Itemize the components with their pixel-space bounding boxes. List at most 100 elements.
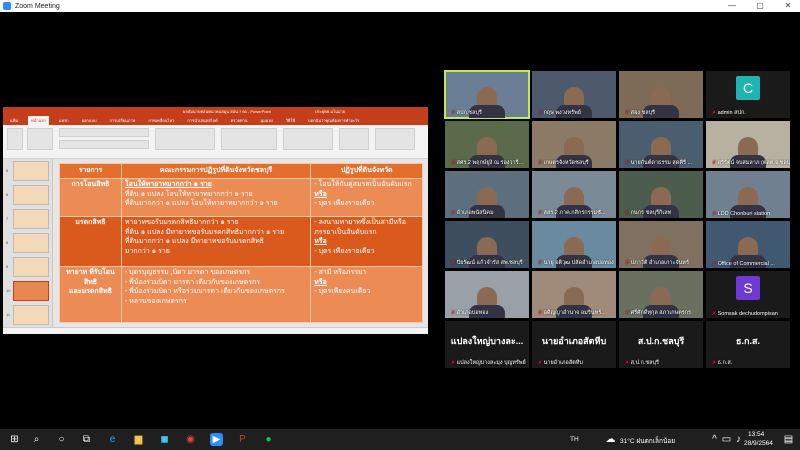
participant-name: นายกันต์ดาธรรม สุดคีรี ... xyxy=(625,159,693,167)
participant-tile[interactable]: สอง ชลบุรี xyxy=(619,71,703,118)
chrome-icon[interactable]: ◉ xyxy=(184,433,197,446)
participant-tile[interactable]: กนกร ชลบุรีกิเลท xyxy=(619,171,703,218)
task-view-icon[interactable]: ⧉ xyxy=(80,433,93,446)
participant-tile[interactable]: สสร.2 ภาค.กสิกรกรรมชั... xyxy=(532,171,616,218)
participant-tile[interactable]: Cadmin สปก. xyxy=(706,71,790,118)
participant-avatar: C xyxy=(736,76,760,100)
clock-time[interactable]: 13:54 xyxy=(748,431,764,438)
minimize-button[interactable]: — xyxy=(722,0,742,12)
participant-tile[interactable]: นวยู อติวุฒ ปลัดอำเภอบ่อทอง xyxy=(532,221,616,268)
tab-view[interactable]: มุมมอง xyxy=(258,116,276,125)
cell-line: มากกว่า ๑ ราย xyxy=(124,247,170,255)
cell-line: ภรรยาเป็นอันดับแรก xyxy=(314,228,377,236)
participant-name: อดิญญาอำนาจ อมรินทร์... xyxy=(538,309,606,317)
tab-transitions[interactable]: การเปลี่ยนภาพ xyxy=(107,116,139,125)
notifications-icon[interactable]: ▤ xyxy=(782,433,795,446)
line-app-icon[interactable]: ● xyxy=(262,433,275,446)
participant-tile[interactable]: สุรีรัตน์ จบสมลาภ (ตลต.จ.ชลบุรี) xyxy=(706,121,790,168)
powerpoint-icon[interactable]: P xyxy=(236,433,249,446)
slide-number: 11 xyxy=(6,312,11,317)
clock-date[interactable]: 28/9/2564 xyxy=(744,440,773,447)
slide-thumbnail[interactable]: 7 xyxy=(6,209,49,229)
ppt-statusbar xyxy=(3,327,428,334)
participant-tile[interactable]: LDD Chonburi station xyxy=(706,171,790,218)
slide-table: รายการ คณะกรรมการปฏิรูปที่ดินจังหวัดชลบุ… xyxy=(59,163,423,323)
participant-name: Somsak dechudompisan xyxy=(712,311,778,317)
participant-tile[interactable]: เกษตรจังหวัดชลบุรี xyxy=(532,121,616,168)
participant-tile[interactable]: แปลงใหญ่บางละ... แปลงใหญ่บางละมุง บุญทรัพ… xyxy=(445,321,529,368)
participant-tile[interactable]: ปัยรัฒน์ แก้วจำรัส สพ.ชลบุรี xyxy=(445,221,529,268)
cell-line: - พี่น้องร่วมบิดา หรือร่วมมารดา เดียวกัน… xyxy=(124,288,285,295)
drawing-group[interactable] xyxy=(283,128,333,150)
row-right-cell: - สามี หรือภรรยา หรือ - บุตรเพียงคนเดียว xyxy=(310,266,423,323)
paste-button[interactable] xyxy=(7,128,23,150)
participant-tile[interactable]: S Somsak dechudompisan xyxy=(706,271,790,318)
slide-thumbnail[interactable]: 8 xyxy=(6,233,49,253)
cell-line: ที่ดิน ๑ แปลง มีทายาทขอรับมรดกสิทธิมากกว… xyxy=(124,228,285,236)
participant-tile[interactable]: นายกันต์ดาธรรม สุดคีรี ... xyxy=(619,121,703,168)
participant-name: เกษตรจังหวัดชลบุรี xyxy=(538,159,589,167)
participant-tile[interactable]: สปก.ชลบุรี xyxy=(444,70,530,119)
tab-review[interactable]: ตรวจทาน xyxy=(228,116,251,125)
participant-name: นายอำเภอสัตหีบ xyxy=(538,359,583,367)
shapes-group[interactable] xyxy=(221,128,277,150)
slide-thumbnail-active[interactable]: 10 xyxy=(6,281,49,301)
participant-tile[interactable]: อำเภอพนัสนิคม xyxy=(445,171,529,218)
zoom-icon xyxy=(3,2,11,10)
tab-design[interactable]: ออกแบบ xyxy=(79,116,100,125)
editing-group[interactable] xyxy=(339,128,369,150)
create-pdf-button[interactable] xyxy=(375,128,415,150)
table-header: คณะกรรมการปฏิรูปที่ดินจังหวัดชลบุรี xyxy=(120,163,312,179)
tab-animations[interactable]: ภาพเคลื่อนไหว xyxy=(145,116,177,125)
cell-line: - โอนให้กับคู่สมรสเป็นอันดับแรก xyxy=(314,181,412,188)
slide-thumbnail[interactable]: 5 xyxy=(6,161,49,181)
close-button[interactable]: ✕ xyxy=(778,0,798,12)
participant-tile[interactable]: Office of Commercial ... xyxy=(706,221,790,268)
participant-name: ปภาวัติ อำเภอเกาะจันทร์ xyxy=(625,259,689,267)
participant-avatar: S xyxy=(736,276,760,300)
participant-tile[interactable]: ศรีศักดิ์ทุกุล สภาเกษตรกร xyxy=(619,271,703,318)
participant-name: ส.ป.ก.ชลบุรี xyxy=(625,359,659,367)
tab-file[interactable]: แฟ้ม xyxy=(7,116,21,125)
participant-name: LDD Chonburi station xyxy=(712,211,771,217)
file-explorer-icon[interactable]: ▆ xyxy=(132,433,145,446)
participant-tile[interactable]: สศร.2 พฤกษ์ยูงิ ณ ร่องวารี... xyxy=(445,121,529,168)
participant-tile[interactable]: ปภาวัติ อำเภอเกาะจันทร์ xyxy=(619,221,703,268)
slide-canvas[interactable]: รายการ คณะกรรมการปฏิรูปที่ดินจังหวัดชลบุ… xyxy=(59,163,423,323)
new-slide-button[interactable] xyxy=(27,128,53,150)
font-selector[interactable] xyxy=(59,128,149,137)
participant-tile[interactable]: กฤษ พงวงทรัพย์ xyxy=(532,71,616,118)
participant-tile[interactable]: ธ.ก.ส. ธ.ก.ส. xyxy=(706,321,790,368)
participant-tile[interactable]: อดิญญาอำนาจ อมรินทร์... xyxy=(532,271,616,318)
tab-help[interactable]: วิธีใช้ xyxy=(283,116,298,125)
participant-display-name: ส.ป.ก.ชลบุรี xyxy=(637,336,685,346)
store-icon[interactable]: ◼ xyxy=(158,433,171,446)
participant-name: สสร.2 ภาค.กสิกรกรรมชั... xyxy=(538,209,606,217)
zoom-taskbar-icon[interactable]: ▶ xyxy=(210,433,223,446)
input-language[interactable]: TH xyxy=(570,436,579,443)
slide-thumbnail[interactable]: 11 xyxy=(6,305,49,325)
cell-line: - บุตรเพียงคนเดียว xyxy=(314,288,371,295)
participant-tile[interactable]: ส.ป.ก.ชลบุรีส.ป.ก.ชลบุรี xyxy=(619,321,703,368)
slide-thumbnail[interactable]: 6 xyxy=(6,185,49,205)
participant-tile[interactable]: นายอำเภอสัตหีบนายอำเภอสัตหีบ xyxy=(532,321,616,368)
cell-line: ทายาทขอรับมรดกสิทธิมากกว่า ๑ ราย xyxy=(124,219,239,226)
windows-start-icon[interactable]: ⊞ xyxy=(8,433,21,446)
weather-cloud-icon[interactable]: ☁ xyxy=(604,433,617,446)
slide-thumbnail[interactable]: 9 xyxy=(6,257,49,277)
tab-slideshow[interactable]: การนำเสนอสไลด์ xyxy=(184,116,220,125)
weather-text[interactable]: 31°C ฝนตกเล็กน้อย xyxy=(620,436,675,446)
tab-home[interactable]: หน้าแรก xyxy=(28,116,49,125)
edge-icon[interactable]: e xyxy=(106,433,119,446)
cortana-icon[interactable]: ○ xyxy=(55,433,68,446)
cell-line: ที่ดิน ๑ แปลง โอนให้ทายาทมากกว่า ๑ ราย xyxy=(124,190,253,198)
cell-line: - บุตรบุญธรรม ,บิดา มารดา ของเกษตรกร xyxy=(124,269,251,276)
participant-name: ศรีศักดิ์ทุกุล สภาเกษตรกร xyxy=(625,309,691,317)
participant-tile[interactable]: อำเภอบ่อทอง xyxy=(445,271,529,318)
ppt-ribbon-tabs: แฟ้ม หน้าแรก แทรก ออกแบบ การเปลี่ยนภาพ ภ… xyxy=(3,116,428,125)
tab-insert[interactable]: แทรก xyxy=(56,116,72,125)
participant-name: อำเภอบ่อทอง xyxy=(451,309,489,317)
maximize-button[interactable]: ▢ xyxy=(750,0,770,12)
search-icon[interactable]: ⌕ xyxy=(30,433,43,446)
tell-me-search[interactable]: บอกฉันว่าคุณต้องการทำอะไร xyxy=(305,116,362,125)
